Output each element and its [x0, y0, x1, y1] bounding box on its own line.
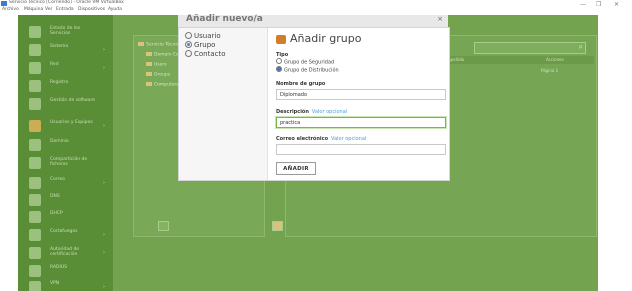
folder-icon: [146, 52, 152, 56]
email-input[interactable]: [276, 144, 446, 155]
radio-grupo-seguridad[interactable]: Grupo de Seguridad: [276, 58, 334, 66]
domain-icon: [29, 139, 41, 151]
virtualbox-icon: [1, 1, 7, 6]
radio-icon: [185, 49, 192, 57]
menu-entrada[interactable]: Entrada: [56, 7, 74, 12]
sidebar-item-sistema[interactable]: Sistema ›: [18, 41, 113, 59]
folder-share-icon: [29, 157, 41, 169]
sidebar-item-registro[interactable]: Registro: [18, 77, 113, 95]
radio-checked-icon: [276, 66, 282, 72]
tree-item[interactable]: Users: [146, 62, 167, 68]
description-input[interactable]: practica: [276, 117, 446, 128]
group-form: Añadir grupo Tipo Grupo de Seguridad Gru…: [276, 28, 446, 180]
radio-checked-icon: [185, 40, 192, 48]
add-submit-button[interactable]: AÑADIR: [276, 162, 316, 175]
sidebar-item-ficheros[interactable]: Compartición de ficheros: [18, 154, 113, 172]
sidebar-item-correo[interactable]: Correo ›: [18, 174, 113, 192]
menu-ayuda[interactable]: Ayuda: [108, 7, 122, 12]
radio-grupo-distribucion[interactable]: Grupo de Distribución: [276, 66, 339, 74]
firewall-icon: [29, 229, 41, 241]
package-icon: [29, 98, 41, 110]
add-new-dialog: Usuario Grupo Contacto Añadir grupo Tipo…: [178, 27, 450, 181]
sidebar-item-vpn[interactable]: VPN ›: [18, 278, 113, 291]
vpn-icon: [29, 281, 41, 291]
descripcion-label: Descripción Valor opcional: [276, 109, 348, 115]
tree-item[interactable]: Computers: [146, 82, 179, 88]
certificate-icon: [29, 247, 41, 259]
sidebar-item-usuarios[interactable]: Usuarios y Equipos ›: [18, 117, 113, 135]
tree-item-root[interactable]: Servicio Técnico: [138, 42, 182, 48]
folder-icon: [146, 62, 152, 66]
folder-icon: [146, 72, 152, 76]
table-header: Apellido Acciones: [436, 56, 594, 64]
type-selector: Usuario Grupo Contacto: [179, 28, 268, 180]
search-icon: ⌕: [578, 42, 583, 51]
window-title: Servicio Técnico [Corriendo] - Oracle VM…: [9, 0, 124, 5]
sidebar-item-dns[interactable]: DNS: [18, 191, 113, 209]
menu-ver[interactable]: Ver: [45, 7, 52, 12]
users-icon: [29, 120, 41, 132]
log-icon: [29, 80, 41, 92]
sidebar-item-cortafuegos[interactable]: Cortafuegos ›: [18, 226, 113, 244]
radio-icon: [276, 58, 282, 64]
sidebar-item-dhcp[interactable]: DHCP: [18, 208, 113, 226]
gear-icon: [29, 44, 41, 56]
tree-item[interactable]: Groups: [146, 72, 170, 78]
radio-icon: [185, 31, 192, 39]
network-icon: [29, 62, 41, 74]
dashboard-icon: [29, 26, 41, 38]
mail-icon: [29, 177, 41, 189]
pagination[interactable]: Página 1: [541, 68, 558, 73]
radio-usuario[interactable]: Usuario: [185, 31, 221, 40]
sidebar-item-software[interactable]: Gestión de software: [18, 95, 113, 113]
menu-dispositivos[interactable]: Dispositivos: [78, 7, 105, 12]
edit-button[interactable]: [272, 221, 283, 231]
antenna-icon: [29, 265, 41, 277]
sidebar-item-estado[interactable]: Estado de los Servicios: [18, 23, 113, 41]
dialog-titlebar: Añadir nuevo/a ×: [178, 14, 448, 27]
group-name-input[interactable]: Diplomado: [276, 89, 446, 100]
sidebar-item-certificados[interactable]: Autoridad de certificación ›: [18, 244, 113, 262]
menu-maquina[interactable]: Máquina: [24, 7, 43, 12]
radio-grupo[interactable]: Grupo: [185, 40, 215, 49]
radio-contacto[interactable]: Contacto: [185, 49, 226, 58]
menubar: Archivo Máquina Ver Entrada Dispositivos…: [0, 7, 632, 15]
sidebar-item-dominio[interactable]: Dominio: [18, 136, 113, 154]
search-input[interactable]: ⌕: [474, 42, 586, 54]
folder-icon: [138, 42, 144, 46]
folder-icon: [146, 82, 152, 86]
window-titlebar: Servicio Técnico [Corriendo] - Oracle VM…: [0, 0, 632, 8]
globe-icon: [29, 194, 41, 206]
correo-label: Correo electrónico Valor opcional: [276, 136, 367, 142]
group-icon: [276, 35, 286, 44]
dialog-close-button[interactable]: ×: [437, 15, 443, 23]
menu-archivo[interactable]: Archivo: [2, 7, 19, 12]
dhcp-icon: [29, 211, 41, 223]
sidebar-item-red[interactable]: Red ›: [18, 59, 113, 77]
add-button[interactable]: [158, 221, 169, 231]
nombre-label: Nombre de grupo: [276, 81, 326, 87]
dialog-title: Añadir nuevo/a: [186, 14, 263, 24]
sidebar: Estado de los Servicios Sistema › Red › Re…: [18, 15, 113, 291]
